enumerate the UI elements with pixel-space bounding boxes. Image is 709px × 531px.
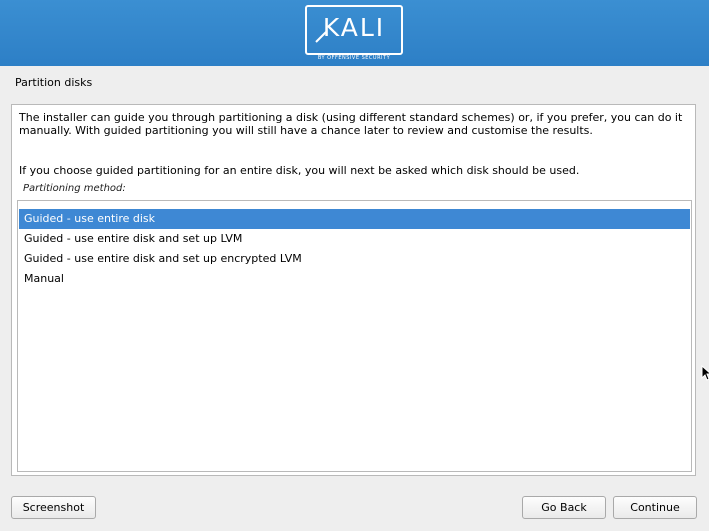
partitioning-method-list[interactable]: Guided - use entire disk Guided - use en… (17, 200, 692, 472)
content-panel: The installer can guide you through part… (11, 104, 696, 476)
method-option-guided-entire-disk[interactable]: Guided - use entire disk (19, 209, 690, 229)
page-title: Partition disks (15, 76, 93, 89)
go-back-button[interactable]: Go Back (522, 496, 606, 519)
description-text: The installer can guide you through part… (19, 111, 683, 137)
header-banner: KALI BY OFFENSIVE SECURITY (0, 0, 709, 66)
kali-logo: KALI BY OFFENSIVE SECURITY (305, 5, 403, 61)
method-option-manual[interactable]: Manual (19, 269, 690, 289)
method-option-guided-encrypted-lvm[interactable]: Guided - use entire disk and set up encr… (19, 249, 690, 269)
logo-text: KALI (322, 13, 386, 42)
logo-tagline: BY OFFENSIVE SECURITY (317, 55, 391, 61)
method-option-guided-lvm[interactable]: Guided - use entire disk and set up LVM (19, 229, 690, 249)
continue-button[interactable]: Continue (613, 496, 697, 519)
partitioning-method-label: Partitioning method: (23, 183, 126, 194)
description-text-2: If you choose guided partitioning for an… (19, 164, 580, 177)
mouse-pointer-icon (701, 365, 709, 381)
screenshot-button[interactable]: Screenshot (11, 496, 96, 519)
